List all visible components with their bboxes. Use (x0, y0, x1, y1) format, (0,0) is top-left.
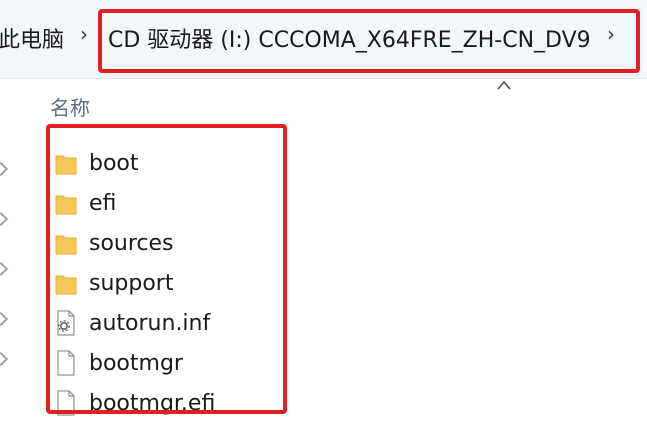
expand-chevron-icon[interactable] (0, 161, 9, 177)
expand-chevron-icon[interactable] (0, 211, 9, 227)
file-list-highlight-box (46, 124, 287, 414)
navigation-pane-edge[interactable] (0, 118, 9, 400)
breadcrumb-this-pc[interactable]: 此电脑 (0, 22, 64, 54)
breadcrumb-separator-chevron-icon[interactable]: › (80, 22, 88, 46)
sort-ascending-icon[interactable] (496, 79, 512, 91)
address-highlight-box (98, 9, 640, 73)
column-header-name[interactable]: 名称 (50, 92, 90, 121)
expand-chevron-icon[interactable] (0, 261, 9, 277)
expand-chevron-icon[interactable] (0, 351, 9, 367)
expand-chevron-icon[interactable] (0, 311, 9, 327)
